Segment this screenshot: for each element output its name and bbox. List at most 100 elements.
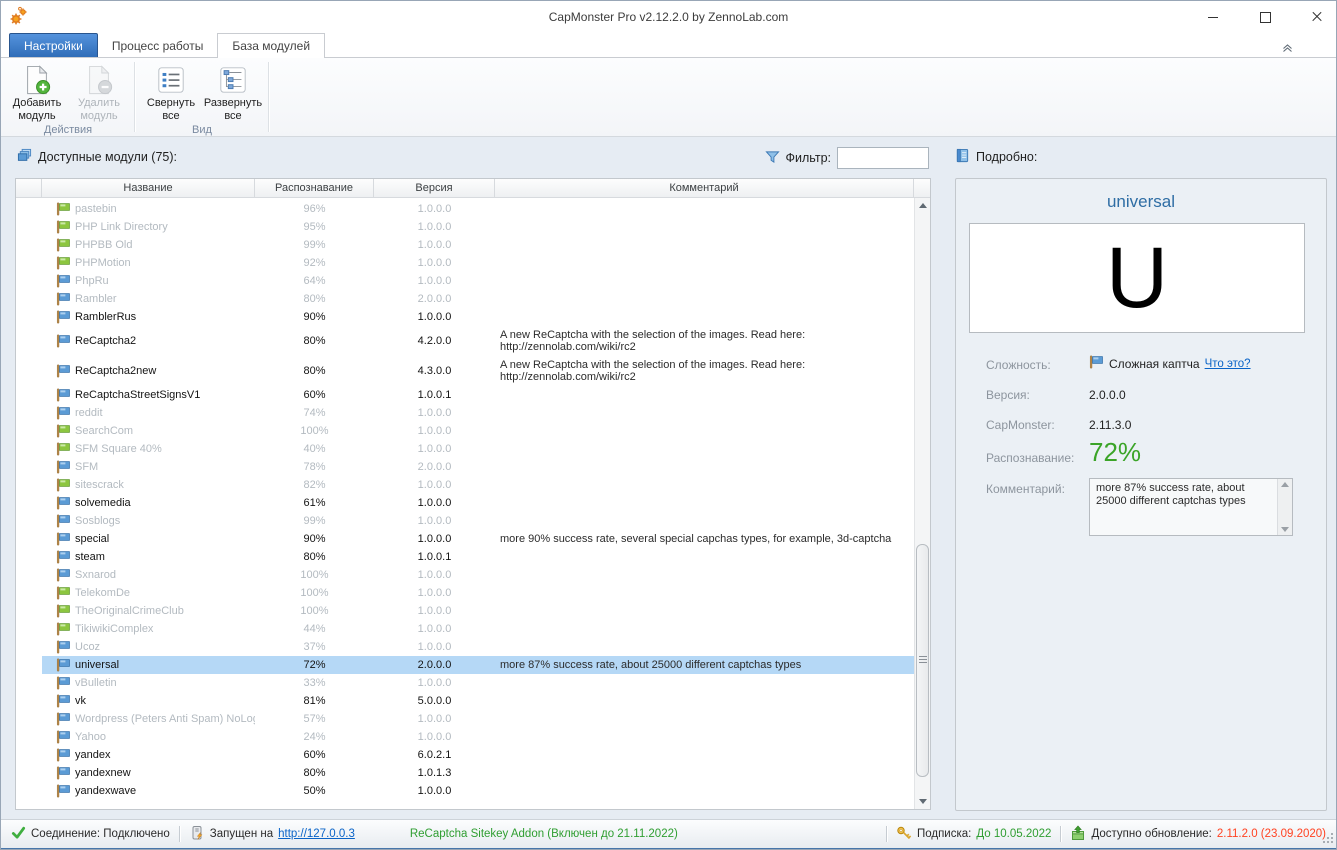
- column-header-name[interactable]: Название: [42, 179, 255, 197]
- table-row[interactable]: Rambler80%2.0.0.0: [16, 290, 914, 308]
- table-row[interactable]: Sxnarod100%1.0.0.0: [16, 566, 914, 584]
- module-version: 1.0.0.0: [374, 620, 495, 638]
- table-row[interactable]: TelekomDe100%1.0.0.0: [16, 584, 914, 602]
- module-name-cell: reddit: [42, 404, 255, 422]
- collapse-ribbon-icon[interactable]: [1278, 39, 1296, 55]
- flag-icon: [56, 640, 71, 654]
- table-row[interactable]: ReCaptchaStreetSignsV160%1.0.0.1: [16, 386, 914, 404]
- module-comment: [495, 254, 914, 272]
- table-row[interactable]: PHP Link Directory95%1.0.0.0: [16, 218, 914, 236]
- module-recognition: 74%: [255, 404, 374, 422]
- module-comment: A new ReCaptcha with the selection of th…: [495, 356, 914, 386]
- module-name: pastebin: [75, 203, 117, 215]
- module-comment: [495, 728, 914, 746]
- complexity-value: Сложная каптча Что это?: [1089, 355, 1251, 372]
- table-row[interactable]: ReCaptcha2new80%4.3.0.0A new ReCaptcha w…: [16, 356, 914, 386]
- scroll-up-arrow[interactable]: [915, 198, 930, 213]
- scroll-track[interactable]: [915, 213, 930, 794]
- scroll-thumb[interactable]: [916, 544, 929, 776]
- column-header-recognition[interactable]: Распознавание: [255, 179, 374, 197]
- row-indent-cell: [16, 530, 42, 548]
- module-name-cell: RamblerRus: [42, 308, 255, 326]
- table-row[interactable]: PHPMotion92%1.0.0.0: [16, 254, 914, 272]
- table-row[interactable]: vk81%5.0.0.0: [16, 692, 914, 710]
- module-version: 1.0.0.0: [374, 422, 495, 440]
- comment-scroll-up-arrow[interactable]: [1281, 482, 1289, 487]
- minimize-button[interactable]: [1204, 8, 1222, 26]
- table-scrollbar[interactable]: [914, 198, 930, 809]
- module-comment: [495, 782, 914, 800]
- row-indent-cell: [16, 710, 42, 728]
- captcha-sample-box: U: [969, 223, 1305, 333]
- row-indent-cell: [16, 404, 42, 422]
- table-row[interactable]: ReCaptcha280%4.2.0.0A new ReCaptcha with…: [16, 326, 914, 356]
- module-name: reddit: [75, 407, 103, 419]
- what-is-it-link[interactable]: Что это?: [1205, 358, 1251, 370]
- resize-grip[interactable]: [1323, 833, 1334, 847]
- flag-icon: [56, 388, 71, 402]
- table-row[interactable]: PhpRu64%1.0.0.0: [16, 272, 914, 290]
- add-module-button[interactable]: Добавить модуль: [7, 61, 67, 123]
- table-row[interactable]: PHPBB Old99%1.0.0.0: [16, 236, 914, 254]
- table-row[interactable]: reddit 74%1.0.0.0: [16, 404, 914, 422]
- table-row[interactable]: special90%1.0.0.0more 90% success rate, …: [16, 530, 914, 548]
- table-row[interactable]: solvemedia61%1.0.0.0: [16, 494, 914, 512]
- table-row[interactable]: Yahoo24%1.0.0.0: [16, 728, 914, 746]
- module-version: 1.0.0.0: [374, 218, 495, 236]
- module-version: 1.0.0.0: [374, 494, 495, 512]
- delete-module-icon: [84, 63, 114, 97]
- module-name-cell: steam: [42, 548, 255, 566]
- table-row[interactable]: RamblerRus90%1.0.0.0: [16, 308, 914, 326]
- comment-scroll-down-arrow[interactable]: [1281, 527, 1289, 532]
- table-row[interactable]: Wordpress (Peters Anti Spam) NoLogo57%1.…: [16, 710, 914, 728]
- tab-work-process[interactable]: Процесс работы: [98, 34, 217, 58]
- scroll-down-arrow[interactable]: [915, 794, 930, 809]
- table-row[interactable]: SearchCom100%1.0.0.0: [16, 422, 914, 440]
- server-url-link[interactable]: http://127.0.0.3: [278, 828, 355, 840]
- flag-icon: [56, 424, 71, 438]
- recognition-value: 72%: [1089, 437, 1141, 468]
- module-version: 1.0.0.0: [374, 584, 495, 602]
- module-comment: A new ReCaptcha with the selection of th…: [495, 326, 914, 356]
- flag-icon: [56, 766, 71, 780]
- expand-all-icon: [218, 63, 248, 97]
- table-row[interactable]: yandexwave50%1.0.0.0: [16, 782, 914, 800]
- collapse-all-button[interactable]: Свернуть все: [141, 61, 201, 123]
- module-comment: [495, 200, 914, 218]
- table-row[interactable]: TikiwikiComplex44%1.0.0.0: [16, 620, 914, 638]
- table-row[interactable]: SFM78%2.0.0.0: [16, 458, 914, 476]
- maximize-button[interactable]: [1256, 8, 1274, 26]
- flag-icon: [56, 220, 71, 234]
- table-row[interactable]: yandexnew80%1.0.1.3: [16, 764, 914, 782]
- column-header-version[interactable]: Версия: [374, 179, 495, 197]
- table-row[interactable]: sitescrack82%1.0.0.0: [16, 476, 914, 494]
- row-indent-cell: [16, 254, 42, 272]
- close-button[interactable]: [1308, 8, 1326, 26]
- tab-settings[interactable]: Настройки: [9, 33, 98, 58]
- expand-all-button[interactable]: Развернуть все: [203, 61, 263, 123]
- table-row[interactable]: vBulletin33%1.0.0.0: [16, 674, 914, 692]
- table-row[interactable]: SFM Square 40%40%1.0.0.0: [16, 440, 914, 458]
- row-indent-cell: [16, 674, 42, 692]
- module-name-cell: Yahoo: [42, 728, 255, 746]
- module-version: 1.0.0.0: [374, 512, 495, 530]
- table-row[interactable]: steam80%1.0.0.1: [16, 548, 914, 566]
- table-row[interactable]: Sosblogs99%1.0.0.0: [16, 512, 914, 530]
- comment-box[interactable]: more 87% success rate, about 25000 diffe…: [1089, 478, 1293, 536]
- module-version: 1.0.0.0: [374, 404, 495, 422]
- table-row[interactable]: Ucoz37%1.0.0.0: [16, 638, 914, 656]
- table-row[interactable]: universal72%2.0.0.0more 87% success rate…: [16, 656, 914, 674]
- delete-module-button: Удалить модуль: [69, 61, 129, 123]
- tab-module-base[interactable]: База модулей: [217, 33, 325, 58]
- table-row[interactable]: yandex60%6.0.2.1: [16, 746, 914, 764]
- details-book-icon: [955, 148, 970, 166]
- module-version: 1.0.0.0: [374, 476, 495, 494]
- column-header-comment[interactable]: Комментарий: [495, 179, 914, 197]
- module-name-cell: SFM: [42, 458, 255, 476]
- table-row[interactable]: pastebin96%1.0.0.0: [16, 200, 914, 218]
- table-row[interactable]: TheOriginalCrimeClub100%1.0.0.0: [16, 602, 914, 620]
- flag-icon: [56, 532, 71, 546]
- filter-input[interactable]: [837, 147, 929, 169]
- module-name-cell: TheOriginalCrimeClub: [42, 602, 255, 620]
- comment-scrollbar[interactable]: [1277, 479, 1292, 535]
